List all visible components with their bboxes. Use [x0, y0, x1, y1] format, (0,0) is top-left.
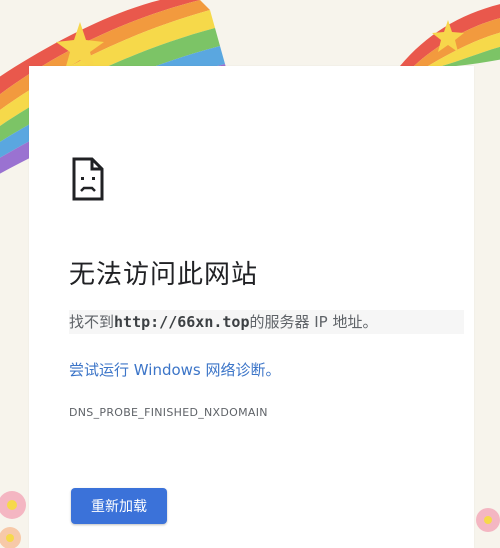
star-decoration — [56, 22, 104, 70]
domain-text: http://66xn.top — [114, 313, 250, 331]
sad-page-icon — [72, 157, 104, 201]
error-code: DNS_PROBE_FINISHED_NXDOMAIN — [69, 406, 268, 419]
network-diagnostics-link[interactable]: 尝试运行 Windows 网络诊断。 — [69, 359, 281, 380]
star-decoration-right — [432, 20, 464, 52]
message-prefix: 找不到 — [69, 313, 115, 331]
error-card: 无法访问此网站 找不到http://66xn.top的服务器 IP 地址。 尝试… — [29, 66, 474, 548]
error-message: 找不到http://66xn.top的服务器 IP 地址。 — [69, 310, 464, 334]
reload-button[interactable]: 重新加载 — [71, 488, 167, 524]
rainbow-top-right — [400, 4, 500, 66]
message-suffix: 的服务器 IP 地址。 — [249, 313, 378, 331]
page-title: 无法访问此网站 — [69, 260, 259, 290]
